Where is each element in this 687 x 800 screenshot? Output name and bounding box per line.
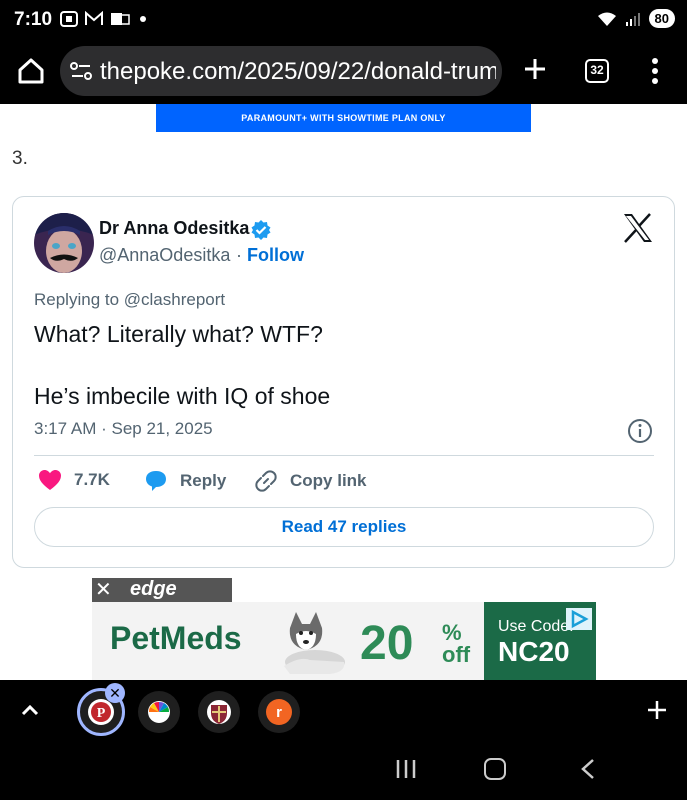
more-notifications-dot — [140, 16, 146, 22]
reply-button[interactable]: Reply — [144, 469, 226, 493]
tweet-actions: 7.7K Reply Copy link — [34, 469, 654, 499]
tweet-timestamp[interactable]: 3:17 AM · Sep 21, 2025 — [34, 419, 213, 439]
divider — [34, 455, 654, 456]
tab-thumbnail[interactable] — [138, 691, 180, 733]
screenshot-icon — [60, 11, 78, 27]
ad-brand-logo: PetMeds — [110, 620, 242, 656]
add-tab-icon[interactable] — [645, 698, 669, 722]
author-handle[interactable]: @AnnaOdesitka — [99, 245, 230, 266]
like-button[interactable]: 7.7K — [38, 469, 110, 491]
reddit-style-favicon-icon: r — [266, 699, 292, 725]
more-menu-icon[interactable] — [645, 56, 665, 86]
url-bar[interactable]: thepoke.com/2025/09/22/donald-trum — [60, 46, 502, 96]
bottom-tab-strip: P ✕ r — [0, 680, 687, 800]
info-icon[interactable] — [627, 418, 653, 444]
discount-off: off — [442, 642, 471, 667]
svg-text:r: r — [276, 704, 282, 721]
home-icon[interactable] — [16, 56, 46, 86]
tab-thumbnail[interactable] — [198, 691, 240, 733]
author-name[interactable]: Dr Anna Odesitka — [99, 218, 249, 239]
status-bar: 7:10 80 — [0, 0, 687, 40]
ad-banner-top[interactable]: PARAMOUNT+ WITH SHOWTIME PLAN ONLY — [156, 104, 531, 132]
read-replies-button[interactable]: Read 47 replies — [34, 507, 654, 547]
ad-creative[interactable]: PetMeds 20 % off Use Code: NC20 — [92, 602, 596, 680]
reply-bubble-icon — [146, 471, 166, 491]
chevron-up-icon[interactable] — [18, 698, 42, 722]
heart-icon — [39, 470, 61, 490]
promo-code-label: Use Code: — [498, 618, 574, 635]
replying-to[interactable]: Replying to @clashreport — [34, 290, 225, 310]
avatar-image — [34, 213, 94, 273]
signal-icon — [625, 12, 640, 26]
status-time: 7:10 — [14, 9, 53, 30]
list-item-number: 3. — [12, 148, 28, 169]
back-nav-icon[interactable] — [578, 758, 598, 780]
tweet-text-line: What? Literally what? WTF? — [34, 321, 323, 347]
site-settings-icon[interactable] — [70, 60, 92, 82]
like-count: 7.7K — [74, 470, 110, 489]
ad-network-logo: edge — [130, 578, 177, 600]
shield-favicon-icon — [207, 700, 231, 724]
x-logo-icon[interactable] — [622, 213, 654, 243]
notification-icons — [60, 11, 146, 27]
promo-code-value: NC20 — [498, 636, 570, 667]
nbc-favicon-icon — [148, 701, 170, 723]
tweet-text: What? Literally what? WTF? He’s imbecile… — [34, 318, 330, 412]
close-tab-icon[interactable]: ✕ — [105, 683, 125, 703]
handle-separator: · — [236, 245, 242, 265]
tab-switcher-button[interactable]: 32 — [585, 59, 609, 83]
ad-network-tab: ✕ edge — [92, 578, 232, 602]
verified-badge-icon — [251, 220, 271, 240]
adchoices-icon[interactable] — [566, 608, 592, 630]
follow-link[interactable]: Follow — [247, 245, 304, 266]
husky-dog-image — [284, 612, 345, 674]
copy-link-label: Copy link — [290, 471, 367, 490]
tab-thumbnail[interactable]: r — [258, 691, 300, 733]
avatar[interactable] — [34, 213, 94, 273]
svg-text:P: P — [97, 706, 106, 721]
discount-badge: 20 % off — [360, 616, 470, 671]
url-text[interactable]: thepoke.com/2025/09/22/donald-trum — [100, 58, 496, 86]
new-tab-icon[interactable] — [520, 54, 550, 84]
home-nav-icon[interactable] — [484, 758, 506, 780]
battery-indicator: 80 — [648, 9, 675, 28]
discount-number: 20 — [360, 617, 414, 670]
status-right: 80 — [597, 9, 675, 28]
embedded-tweet[interactable]: Dr Anna Odesitka @AnnaOdesitka · Follow … — [12, 196, 675, 568]
wifi-icon — [597, 12, 616, 26]
browser-toolbar: thepoke.com/2025/09/22/donald-trum 32 — [0, 40, 687, 104]
tweet-text-line: He’s imbecile with IQ of shoe — [34, 383, 331, 409]
recent-apps-icon[interactable] — [395, 758, 417, 780]
link-icon — [255, 470, 277, 492]
ad-close-icon[interactable]: ✕ — [95, 580, 112, 600]
gmail-icon — [85, 11, 103, 25]
copy-link-button[interactable]: Copy link — [254, 469, 367, 493]
reply-label: Reply — [180, 471, 227, 490]
outlook-icon — [111, 13, 130, 25]
ad-bottom[interactable]: ✕ edge PetMeds 20 % off Use Code: NC20 — [92, 578, 596, 680]
